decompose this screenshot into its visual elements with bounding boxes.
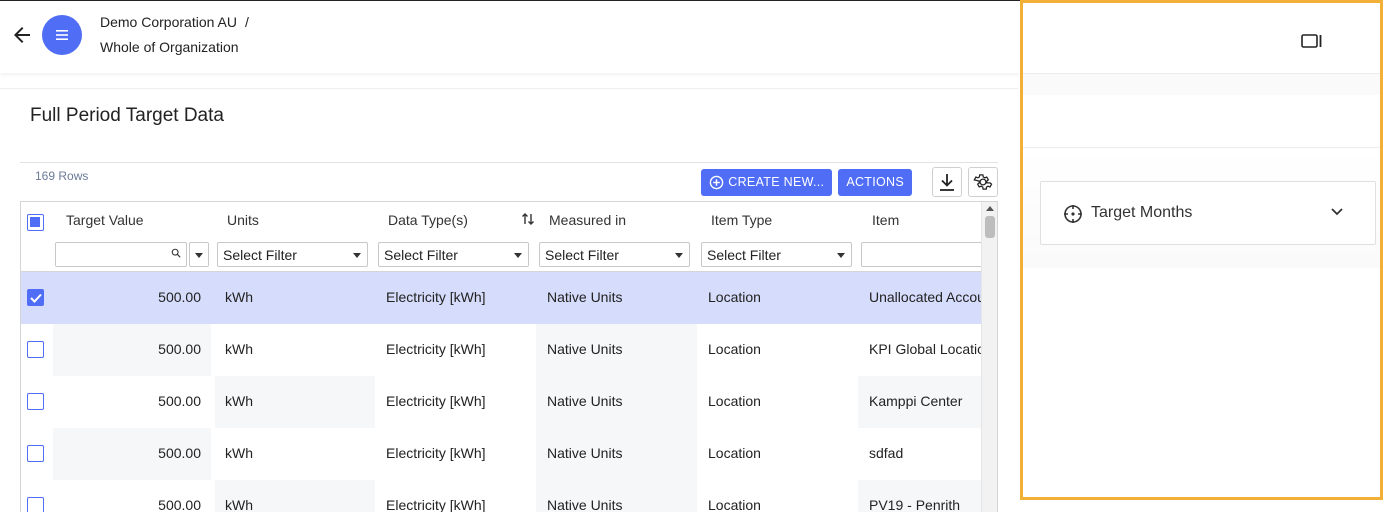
- top-header: Demo Corporation AU / Whole of Organizati…: [0, 0, 1020, 73]
- cell-item: Unallocated Account: [869, 289, 984, 305]
- crosshair-icon: [1064, 205, 1082, 223]
- filter-placeholder: Select Filter: [545, 246, 619, 263]
- select-all-checkbox[interactable]: [27, 214, 44, 231]
- cell-data-type: Electricity [kWh]: [386, 393, 486, 409]
- cell-measured-in: Native Units: [547, 393, 623, 409]
- cell-measured-in: Native Units: [547, 289, 623, 305]
- chevron-down-icon[interactable]: [1331, 208, 1343, 216]
- side-panel-header: [1023, 3, 1380, 74]
- filter-placeholder: Select Filter: [707, 246, 781, 263]
- vertical-scrollbar[interactable]: [981, 202, 997, 512]
- item-filter-input[interactable]: [861, 242, 997, 267]
- menu-button[interactable]: [42, 15, 82, 55]
- breadcrumb-label: Demo Corporation AU: [100, 14, 237, 30]
- filter-placeholder: Select Filter: [223, 246, 297, 263]
- cell-target-value: 500.00: [158, 341, 201, 357]
- breadcrumb-organization[interactable]: Demo Corporation AU /: [100, 14, 249, 30]
- table-row[interactable]: 500.00 kWh Electricity [kWh] Native Units Lo…: [21, 480, 983, 512]
- hamburger-icon: [56, 30, 68, 40]
- target-months-accordion[interactable]: Target Months: [1040, 181, 1376, 245]
- cell-measured-in: Native Units: [547, 341, 623, 357]
- target-value-filter-operator[interactable]: [189, 242, 209, 267]
- column-header-measured-in[interactable]: Measured in: [549, 212, 626, 228]
- target-value-filter-input[interactable]: [55, 242, 187, 267]
- row-checkbox[interactable]: [27, 393, 44, 410]
- measured-in-filter-select[interactable]: Select Filter: [539, 242, 690, 267]
- cell-item: PV19 - Penrith: [869, 497, 961, 512]
- target-months-label: Target Months: [1091, 204, 1193, 221]
- cell-units: kWh: [225, 341, 253, 357]
- cell-data-type: Electricity [kWh]: [386, 497, 486, 512]
- create-new-label: CREATE NEW...: [728, 175, 825, 189]
- cell-item: sdfad: [869, 445, 904, 461]
- row-checkbox[interactable]: [27, 445, 44, 462]
- download-icon: [940, 174, 954, 191]
- page-title: Full Period Target Data: [30, 105, 224, 126]
- cell-units: kWh: [225, 497, 253, 512]
- table-row[interactable]: 500.00 kWh Electricity [kWh] Native Units Lo…: [21, 428, 983, 480]
- grid-toolbar: CREATE NEW... ACTIONS: [701, 167, 998, 197]
- cell-data-type: Electricity [kWh]: [386, 445, 486, 461]
- filter-placeholder: Select Filter: [384, 246, 458, 263]
- cell-item-type: Location: [708, 393, 761, 409]
- create-new-button[interactable]: CREATE NEW...: [701, 168, 833, 196]
- scroll-thumb[interactable]: [985, 216, 995, 238]
- table-row[interactable]: 500.00 kWh Electricity [kWh] Native Units Lo…: [21, 272, 984, 324]
- gear-icon: [973, 174, 993, 190]
- cell-units: kWh: [225, 393, 253, 409]
- cell-measured-in: Native Units: [547, 445, 623, 461]
- breadcrumb-separator: /: [244, 14, 249, 30]
- cell-item-type: Location: [708, 289, 761, 305]
- breadcrumb-current[interactable]: Whole of Organization: [100, 39, 239, 55]
- cell-units: kWh: [225, 289, 253, 305]
- side-panel-gap: [1023, 74, 1380, 95]
- column-header-data-types[interactable]: Data Type(s): [388, 212, 468, 228]
- side-panel-band: [1023, 95, 1380, 148]
- row-checkbox[interactable]: [27, 289, 44, 306]
- cell-item-type: Location: [708, 341, 761, 357]
- column-header-item-type[interactable]: Item Type: [711, 212, 772, 228]
- cell-target-value: 500.00: [158, 289, 201, 305]
- column-header-units[interactable]: Units: [227, 212, 259, 228]
- units-filter-select[interactable]: Select Filter: [217, 242, 368, 267]
- search-icon: [171, 248, 181, 258]
- cell-data-type: Electricity [kWh]: [386, 289, 486, 305]
- back-arrow-icon[interactable]: [10, 23, 34, 47]
- sort-icon[interactable]: [521, 212, 535, 231]
- column-header-target-value[interactable]: Target Value: [66, 212, 144, 228]
- item-type-filter-select[interactable]: Select Filter: [701, 242, 852, 267]
- data-grid-container: 169 Rows CREATE NEW... ACTIONS Target Va…: [20, 162, 998, 512]
- data-table: Target Value Units Data Type(s) Measured…: [20, 201, 998, 512]
- cell-target-value: 500.00: [158, 497, 201, 512]
- cell-target-value: 500.00: [158, 445, 201, 461]
- scroll-up-icon[interactable]: [986, 206, 994, 211]
- panel-toggle-icon[interactable]: [1301, 33, 1323, 54]
- row-checkbox[interactable]: [27, 497, 44, 512]
- side-panel: Target Months: [1020, 0, 1383, 500]
- cell-item: KPI Global Location: [869, 341, 984, 357]
- cell-measured-in: Native Units: [547, 497, 623, 512]
- cell-item-type: Location: [708, 445, 761, 461]
- cell-data-type: Electricity [kWh]: [386, 341, 486, 357]
- cell-units: kWh: [225, 445, 253, 461]
- row-count-label: 169 Rows: [35, 169, 89, 183]
- download-button[interactable]: [932, 167, 962, 197]
- cell-item-type: Location: [708, 497, 761, 512]
- main-content: Full Period Target Data 169 Rows CREATE …: [0, 88, 1018, 512]
- add-circle-icon: [709, 175, 724, 189]
- data-type-filter-select[interactable]: Select Filter: [378, 242, 529, 267]
- table-row[interactable]: 500.00 kWh Electricity [kWh] Native Units Lo…: [21, 376, 983, 428]
- cell-target-value: 500.00: [158, 393, 201, 409]
- settings-button[interactable]: [968, 167, 998, 197]
- cell-item: Kamppi Center: [869, 393, 963, 409]
- table-row[interactable]: 500.00 kWh Electricity [kWh] Native Units Lo…: [21, 324, 984, 376]
- column-header-item[interactable]: Item: [872, 212, 899, 228]
- checkmark-icon: [29, 293, 42, 303]
- actions-label: ACTIONS: [846, 175, 904, 189]
- row-checkbox[interactable]: [27, 341, 44, 358]
- actions-button[interactable]: ACTIONS: [838, 168, 912, 196]
- table-header: Target Value Units Data Type(s) Measured…: [21, 202, 997, 272]
